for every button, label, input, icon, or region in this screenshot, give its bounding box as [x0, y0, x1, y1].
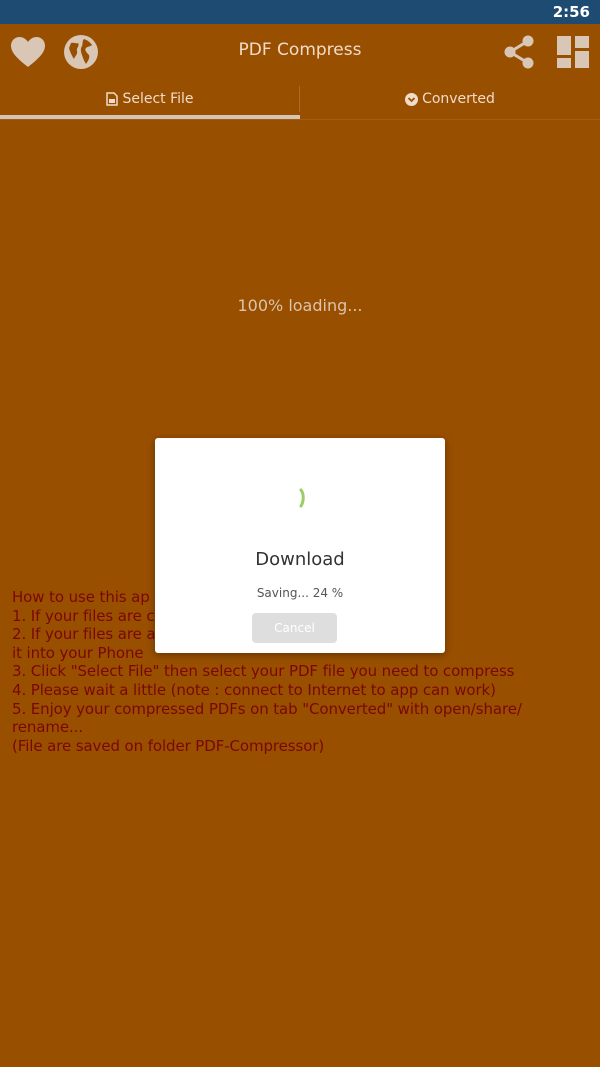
grid-icon — [557, 36, 589, 68]
more-apps-button[interactable] — [553, 32, 593, 72]
loading-text: 100% loading... — [237, 296, 363, 315]
tab-bar: Select File Converted — [0, 80, 600, 118]
instruction-line: 3. Click "Select File" then select your … — [12, 662, 515, 681]
cancel-button[interactable]: Cancel — [252, 613, 337, 643]
instruction-line: 4. Please wait a little (note : connect … — [12, 680, 496, 699]
tabs-divider-line — [0, 119, 600, 120]
tab-select-file[interactable]: Select File — [0, 80, 300, 118]
share-button[interactable] — [499, 32, 539, 72]
dialog-message: Saving... 24 % — [256, 586, 344, 600]
tab-divider — [299, 86, 300, 112]
instruction-line: 5. Enjoy your compressed PDFs on tab "Co… — [12, 699, 522, 718]
download-dialog: Download Saving... 24 % Cancel — [155, 438, 445, 653]
share-icon — [504, 35, 534, 69]
status-bar: 2:56 — [0, 0, 600, 24]
loading-spinner-icon — [299, 488, 305, 508]
check-circle-icon — [405, 92, 419, 106]
instruction-line: (File are saved on folder PDF-Compressor… — [12, 736, 325, 755]
dialog-title: Download — [255, 549, 345, 570]
file-icon — [106, 92, 119, 106]
tab-converted-label: Converted — [422, 91, 495, 107]
tab-converted[interactable]: Converted — [300, 80, 600, 118]
app-bar: PDF Compress — [0, 24, 600, 80]
instruction-line: rename... — [12, 718, 84, 737]
status-time: 2:56 — [552, 3, 590, 21]
tab-select-file-label: Select File — [122, 91, 194, 107]
